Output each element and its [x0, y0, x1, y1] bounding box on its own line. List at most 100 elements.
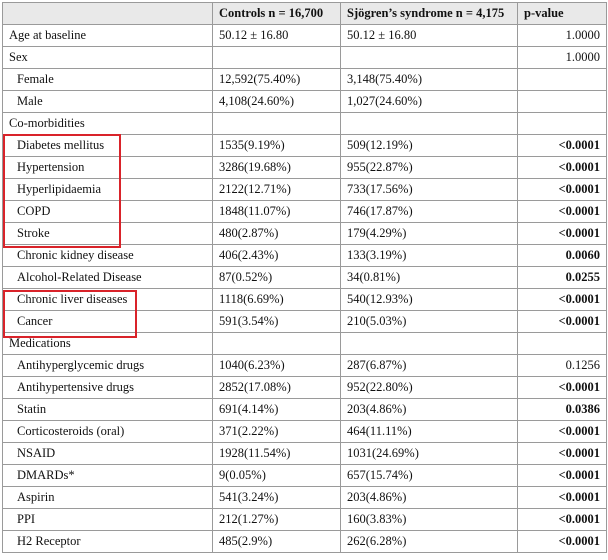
- sjogren-value: 1,027(24.60%): [340, 90, 518, 113]
- controls-value: [212, 332, 341, 355]
- table-row: Male 4,108(24.60%) 1,027(24.60%): [2, 90, 607, 113]
- row-label: Stroke: [2, 222, 213, 245]
- p-value: [517, 90, 607, 113]
- p-value: <0.0001: [517, 442, 607, 465]
- table-row: Alcohol-Related Disease 87(0.52%) 34(0.81%…: [2, 266, 607, 289]
- controls-value: 371(2.22%): [212, 420, 341, 443]
- header-sjogren: Sjögren’s syndrome n = 4,175: [340, 2, 518, 25]
- p-value: <0.0001: [517, 200, 607, 223]
- table-row: Chronic liver diseases 1118(6.69%) 540(12.…: [2, 288, 607, 311]
- row-label: Antihyperglycemic drugs: [2, 354, 213, 377]
- controls-value: 1535(9.19%): [212, 134, 341, 157]
- sjogren-value: 1031(24.69%): [340, 442, 518, 465]
- p-value: [517, 332, 607, 355]
- row-label: PPI: [2, 508, 213, 531]
- row-label: Corticosteroids (oral): [2, 420, 213, 443]
- p-value: <0.0001: [517, 464, 607, 487]
- sjogren-value: 203(4.86%): [340, 398, 518, 421]
- header-label-cell: [2, 2, 213, 25]
- row-label: H2 Receptor: [2, 530, 213, 553]
- row-label: Aspirin: [2, 486, 213, 509]
- controls-value: 87(0.52%): [212, 266, 341, 289]
- row-label: Age at baseline: [2, 24, 213, 47]
- p-value: <0.0001: [517, 288, 607, 311]
- controls-value: 541(3.24%): [212, 486, 341, 509]
- table-row: Hyperlipidaemia 2122(12.71%) 733(17.56%) <0…: [2, 178, 607, 201]
- p-value: <0.0001: [517, 222, 607, 245]
- sjogren-value: [340, 332, 518, 355]
- p-value: 1.0000: [517, 24, 607, 47]
- row-label: Statin: [2, 398, 213, 421]
- baseline-characteristics-table: Controls n = 16,700 Sjögren’s syndrome n…: [2, 2, 607, 553]
- row-label: Chronic kidney disease: [2, 244, 213, 267]
- sjogren-value: 133(3.19%): [340, 244, 518, 267]
- sjogren-value: 203(4.86%): [340, 486, 518, 509]
- table-row: Aspirin 541(3.24%) 203(4.86%) <0.0001: [2, 486, 607, 509]
- sjogren-value: 733(17.56%): [340, 178, 518, 201]
- controls-value: 212(1.27%): [212, 508, 341, 531]
- controls-value: [212, 46, 341, 69]
- table-row: Statin 691(4.14%) 203(4.86%) 0.0386: [2, 398, 607, 421]
- row-label: Male: [2, 90, 213, 113]
- sjogren-value: 952(22.80%): [340, 376, 518, 399]
- table-row: Corticosteroids (oral) 371(2.22%) 464(11.1…: [2, 420, 607, 443]
- p-value: <0.0001: [517, 134, 607, 157]
- p-value: [517, 112, 607, 135]
- header-row: Controls n = 16,700 Sjögren’s syndrome n…: [2, 2, 607, 25]
- controls-value: 2122(12.71%): [212, 178, 341, 201]
- p-value: <0.0001: [517, 156, 607, 179]
- sjogren-value: 179(4.29%): [340, 222, 518, 245]
- table-row: H2 Receptor 485(2.9%) 262(6.28%) <0.0001: [2, 530, 607, 553]
- sjogren-value: 287(6.87%): [340, 354, 518, 377]
- p-value: [517, 68, 607, 91]
- p-value: <0.0001: [517, 376, 607, 399]
- sjogren-value: 657(15.74%): [340, 464, 518, 487]
- row-label: Antihypertensive drugs: [2, 376, 213, 399]
- p-value: 0.0060: [517, 244, 607, 267]
- header-controls: Controls n = 16,700: [212, 2, 341, 25]
- table-row: Hypertension 3286(19.68%) 955(22.87%) <0.00…: [2, 156, 607, 179]
- table-row: Female 12,592(75.40%) 3,148(75.40%): [2, 68, 607, 91]
- table-row: Medications: [2, 332, 607, 355]
- sjogren-value: 955(22.87%): [340, 156, 518, 179]
- row-label: Co-morbidities: [2, 112, 213, 135]
- sjogren-value: [340, 46, 518, 69]
- table-row: Cancer 591(3.54%) 210(5.03%) <0.0001: [2, 310, 607, 333]
- controls-value: 485(2.9%): [212, 530, 341, 553]
- controls-value: 591(3.54%): [212, 310, 341, 333]
- row-label: Chronic liver diseases: [2, 288, 213, 311]
- sjogren-value: 50.12 ± 16.80: [340, 24, 518, 47]
- sjogren-value: 160(3.83%): [340, 508, 518, 531]
- controls-value: 4,108(24.60%): [212, 90, 341, 113]
- controls-value: 12,592(75.40%): [212, 68, 341, 91]
- sjogren-value: 540(12.93%): [340, 288, 518, 311]
- p-value: <0.0001: [517, 508, 607, 531]
- p-value: 1.0000: [517, 46, 607, 69]
- sjogren-value: 746(17.87%): [340, 200, 518, 223]
- table-row: COPD 1848(11.07%) 746(17.87%) <0.0001: [2, 200, 607, 223]
- table-row: Sex 1.0000: [2, 46, 607, 69]
- sjogren-value: 34(0.81%): [340, 266, 518, 289]
- controls-value: 3286(19.68%): [212, 156, 341, 179]
- p-value: <0.0001: [517, 486, 607, 509]
- p-value: <0.0001: [517, 178, 607, 201]
- controls-value: 1118(6.69%): [212, 288, 341, 311]
- controls-value: 406(2.43%): [212, 244, 341, 267]
- sjogren-value: 262(6.28%): [340, 530, 518, 553]
- row-label: Medications: [2, 332, 213, 355]
- p-value: 0.0386: [517, 398, 607, 421]
- sjogren-value: [340, 112, 518, 135]
- row-label: Female: [2, 68, 213, 91]
- controls-value: 50.12 ± 16.80: [212, 24, 341, 47]
- controls-value: 691(4.14%): [212, 398, 341, 421]
- p-value: 0.1256: [517, 354, 607, 377]
- row-label: Diabetes mellitus: [2, 134, 213, 157]
- table-row: Antihypertensive drugs 2852(17.08%) 952(22…: [2, 376, 607, 399]
- table-row: Age at baseline 50.12 ± 16.80 50.12 ± 16.8…: [2, 24, 607, 47]
- table-row: PPI 212(1.27%) 160(3.83%) <0.0001: [2, 508, 607, 531]
- p-value: <0.0001: [517, 310, 607, 333]
- sjogren-value: 210(5.03%): [340, 310, 518, 333]
- row-label: Sex: [2, 46, 213, 69]
- controls-value: 480(2.87%): [212, 222, 341, 245]
- controls-value: [212, 112, 341, 135]
